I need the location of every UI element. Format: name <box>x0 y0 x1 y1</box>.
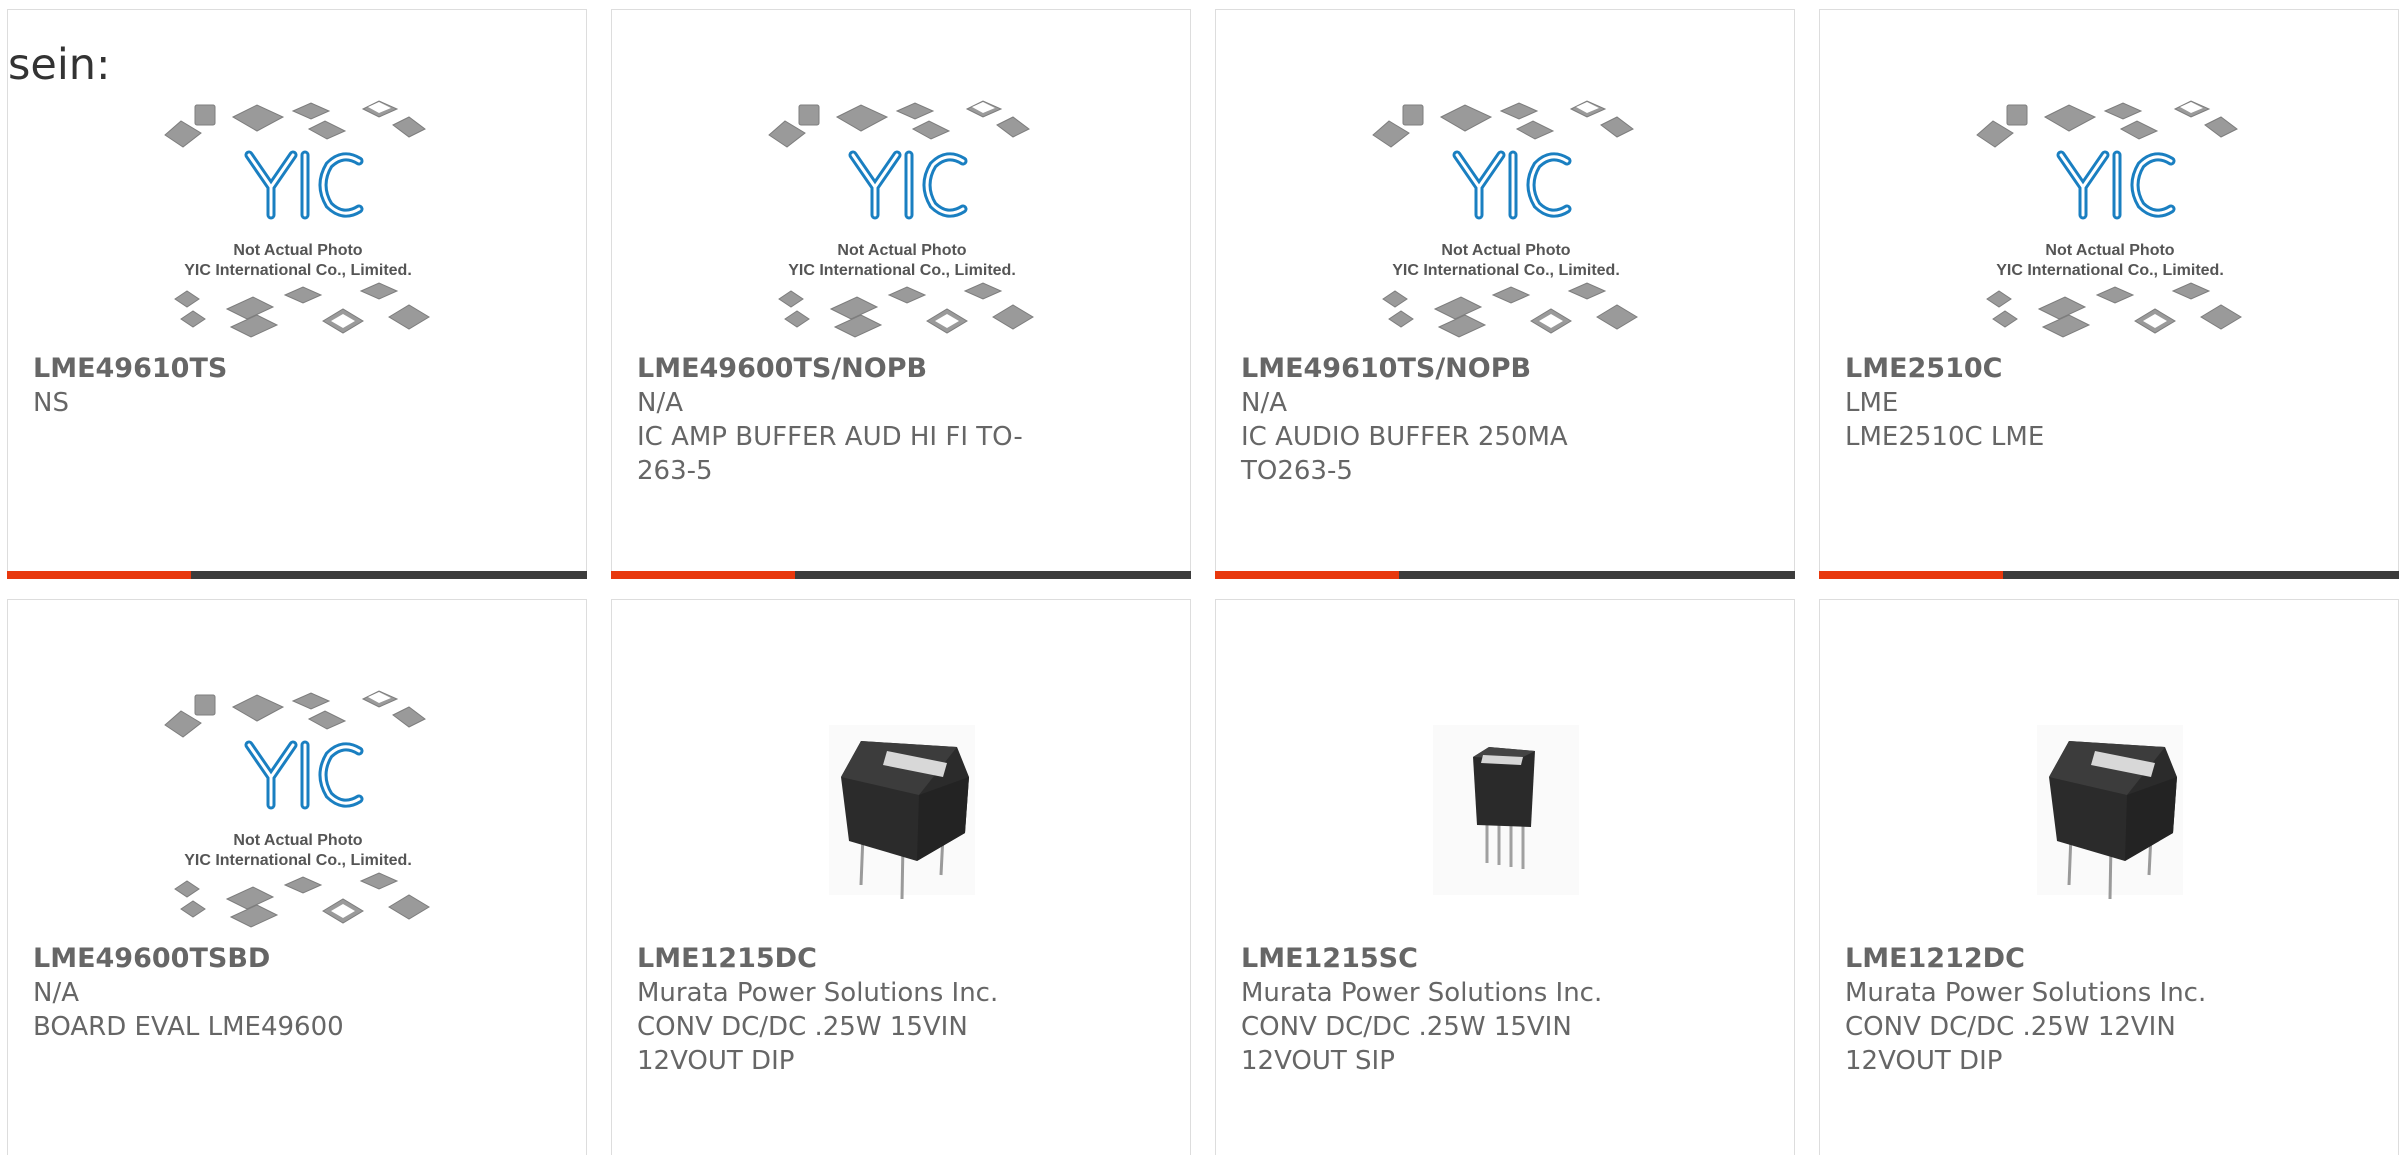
product-manufacturer: LME <box>1845 388 1899 418</box>
product-image-placeholder[interactable]: Not Actual Photo YIC International Co., … <box>1965 95 2255 345</box>
product-manufacturer: Murata Power Solutions Inc. <box>637 978 999 1008</box>
card-accent-bar <box>7 571 587 579</box>
product-name[interactable]: LME49610TS/NOPB <box>1241 352 1741 386</box>
product-image-dip-module[interactable] <box>1965 685 2255 935</box>
product-description: IC AUDIO BUFFER 250MA TO263-5 <box>1241 422 1568 486</box>
product-description: CONV DC/DC .25W 15VIN 12VOUT SIP <box>1241 1012 1572 1076</box>
product-image-placeholder[interactable]: Not Actual Photo YIC International Co., … <box>1361 95 1651 345</box>
product-name[interactable]: LME49610TS <box>33 352 533 386</box>
product-card-lme1212dc[interactable]: LME1212DC Murata Power Solutions Inc. CO… <box>1819 599 2399 1155</box>
product-image-placeholder[interactable]: Not Actual Photo YIC International Co., … <box>153 685 443 935</box>
product-manufacturer: N/A <box>1241 388 1287 418</box>
placeholder-line1: Not Actual Photo <box>233 242 362 259</box>
product-card-lme1215sc[interactable]: LME1215SC Murata Power Solutions Inc. CO… <box>1215 599 1795 1155</box>
product-card-lme49610ts[interactable]: Not Actual Photo YIC International Co., … <box>7 9 587 579</box>
intro-text: sein: <box>8 40 111 90</box>
product-name[interactable]: LME49600TSBD <box>33 942 533 976</box>
placeholder-line2: YIC International Co., Limited. <box>788 262 1016 279</box>
placeholder-line1: Not Actual Photo <box>233 832 362 849</box>
product-description: BOARD EVAL LME49600 <box>33 1012 344 1042</box>
product-manufacturer: Murata Power Solutions Inc. <box>1241 978 1603 1008</box>
placeholder-line1: Not Actual Photo <box>2045 242 2174 259</box>
placeholder-line2: YIC International Co., Limited. <box>1392 262 1620 279</box>
product-manufacturer: N/A <box>637 388 683 418</box>
product-card-lme49610ts-nopb[interactable]: Not Actual Photo YIC International Co., … <box>1215 9 1795 579</box>
placeholder-line2: YIC International Co., Limited. <box>184 262 412 279</box>
placeholder-line2: YIC International Co., Limited. <box>1996 262 2224 279</box>
card-accent-bar <box>1215 571 1795 579</box>
product-name[interactable]: LME1215DC <box>637 942 1137 976</box>
product-manufacturer: NS <box>33 388 69 418</box>
placeholder-line2: YIC International Co., Limited. <box>184 852 412 869</box>
product-image-placeholder[interactable]: Not Actual Photo YIC International Co., … <box>757 95 1047 345</box>
product-description: CONV DC/DC .25W 15VIN 12VOUT DIP <box>637 1012 968 1076</box>
product-card-lme49600ts-nopb[interactable]: Not Actual Photo YIC International Co., … <box>611 9 1191 579</box>
card-accent-bar <box>611 571 1191 579</box>
product-card-lme1215dc[interactable]: LME1215DC Murata Power Solutions Inc. CO… <box>611 599 1191 1155</box>
product-image-dip-module[interactable] <box>757 685 1047 935</box>
product-name[interactable]: LME1215SC <box>1241 942 1741 976</box>
product-image-placeholder[interactable]: Not Actual Photo YIC International Co., … <box>153 95 443 345</box>
product-name[interactable]: LME1212DC <box>1845 942 2345 976</box>
product-card-lme2510c[interactable]: Not Actual Photo YIC International Co., … <box>1819 9 2399 579</box>
product-manufacturer: Murata Power Solutions Inc. <box>1845 978 2207 1008</box>
placeholder-line1: Not Actual Photo <box>837 242 966 259</box>
product-description: IC AMP BUFFER AUD HI FI TO-263-5 <box>637 422 1023 486</box>
product-description: CONV DC/DC .25W 12VIN 12VOUT DIP <box>1845 1012 2176 1076</box>
product-name[interactable]: LME49600TS/NOPB <box>637 352 1137 386</box>
product-manufacturer: N/A <box>33 978 79 1008</box>
product-card-lme49600tsbd[interactable]: Not Actual Photo YIC International Co., … <box>7 599 587 1155</box>
product-name[interactable]: LME2510C <box>1845 352 2345 386</box>
card-accent-bar <box>1819 571 2399 579</box>
product-image-sip-module[interactable] <box>1361 685 1651 935</box>
product-description: LME2510C LME <box>1845 422 2045 452</box>
placeholder-line1: Not Actual Photo <box>1441 242 1570 259</box>
